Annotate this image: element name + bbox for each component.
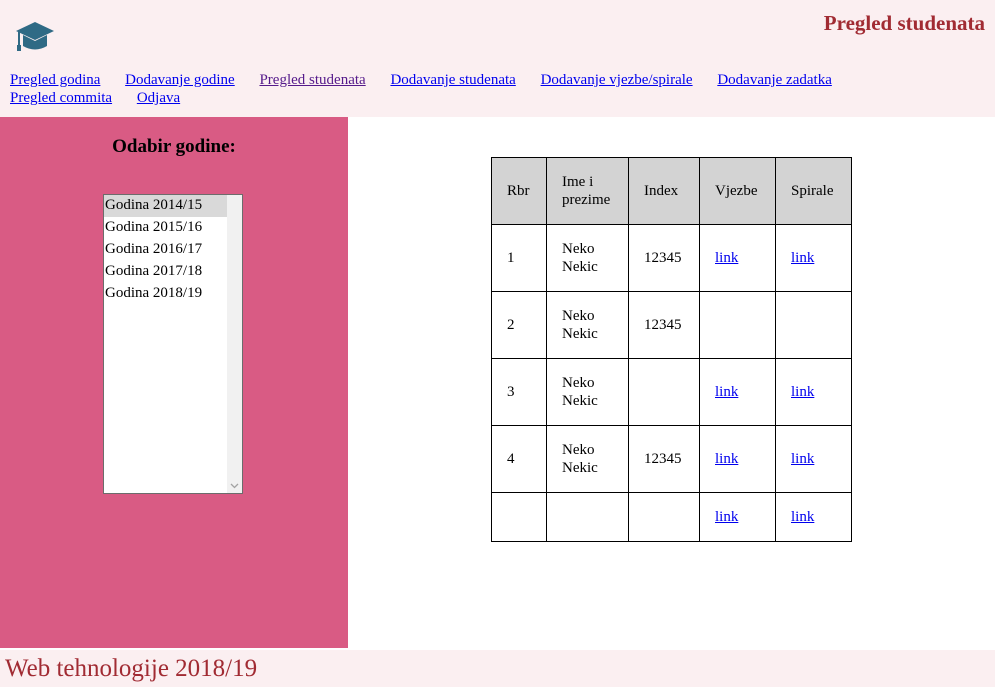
table-header-row: Rbr Ime i prezime Index Vjezbe Spirale (491, 157, 852, 225)
cell-name: Neko Nekic (546, 358, 629, 426)
sidebar: Odabir godine: Godina 2014/15 Godina 201… (0, 117, 348, 648)
header: Pregled studenata Pregled godina Dodavan… (0, 0, 995, 117)
year-option[interactable]: Godina 2018/19 (104, 283, 227, 305)
cell-vjezbe: link (699, 492, 776, 542)
column-header-rbr: Rbr (491, 157, 547, 225)
cell-rbr: 2 (491, 291, 547, 359)
table-row: 4 Neko Nekic 12345 link link (491, 425, 852, 493)
chevron-down-icon[interactable] (230, 481, 239, 490)
cell-name: Neko Nekic (546, 224, 629, 292)
nav-link-odjava[interactable]: Odjava (137, 90, 180, 106)
vjezbe-link[interactable]: link (715, 384, 738, 400)
cell-name: Neko Nekic (546, 291, 629, 359)
cell-spirale (775, 291, 852, 359)
nav-link-pregled-studenata[interactable]: Pregled studenata (259, 72, 365, 88)
cell-index (628, 358, 700, 426)
table-row: 2 Neko Nekic 12345 (491, 291, 852, 359)
cell-spirale: link (775, 358, 852, 426)
nav-link-dodavanje-zadatka[interactable]: Dodavanje zadatka (717, 72, 832, 88)
students-table: Rbr Ime i prezime Index Vjezbe Spirale 1… (491, 157, 852, 542)
cell-rbr (491, 492, 547, 542)
cell-vjezbe: link (699, 358, 776, 426)
footer: Web tehnologije 2018/19 (0, 650, 995, 687)
graduation-cap-icon (16, 22, 54, 51)
nav-link-dodavanje-vjezbe-spirale[interactable]: Dodavanje vjezbe/spirale (541, 72, 693, 88)
cell-rbr: 1 (491, 224, 547, 292)
column-header-vjezbe: Vjezbe (699, 157, 776, 225)
cell-rbr: 4 (491, 425, 547, 493)
cell-index: 12345 (628, 291, 700, 359)
cell-index (628, 492, 700, 542)
table-row: link link (491, 492, 852, 542)
page-title: Pregled studenata (823, 11, 985, 35)
vjezbe-link[interactable]: link (715, 250, 738, 266)
list-scrollbar[interactable] (227, 195, 242, 493)
year-select-list[interactable]: Godina 2014/15 Godina 2015/16 Godina 201… (103, 194, 243, 494)
main-nav: Pregled godina Dodavanje godine Pregled … (10, 71, 910, 107)
column-header-name: Ime i prezime (546, 157, 629, 225)
column-header-spirale: Spirale (775, 157, 852, 225)
spirale-link[interactable]: link (791, 451, 814, 467)
footer-text: Web tehnologije 2018/19 (5, 655, 258, 682)
spirale-link[interactable]: link (791, 509, 814, 525)
main-content: Rbr Ime i prezime Index Vjezbe Spirale 1… (348, 117, 995, 648)
table-row: 3 Neko Nekic link link (491, 358, 852, 426)
year-option[interactable]: Godina 2016/17 (104, 239, 227, 261)
cell-spirale: link (775, 425, 852, 493)
nav-link-pregled-commita[interactable]: Pregled commita (10, 90, 112, 106)
nav-link-pregled-godina[interactable]: Pregled godina (10, 72, 100, 88)
vjezbe-link[interactable]: link (715, 451, 738, 467)
spirale-link[interactable]: link (791, 250, 814, 266)
vjezbe-link[interactable]: link (715, 509, 738, 525)
cell-rbr: 3 (491, 358, 547, 426)
nav-link-dodavanje-godine[interactable]: Dodavanje godine (125, 72, 235, 88)
cell-spirale: link (775, 492, 852, 542)
cell-name (546, 492, 629, 542)
cell-spirale: link (775, 224, 852, 292)
year-option[interactable]: Godina 2015/16 (104, 217, 227, 239)
cell-index: 12345 (628, 224, 700, 292)
cell-name: Neko Nekic (546, 425, 629, 493)
sidebar-title: Odabir godine: (112, 136, 236, 157)
cell-vjezbe: link (699, 425, 776, 493)
cell-vjezbe (699, 291, 776, 359)
spirale-link[interactable]: link (791, 384, 814, 400)
table-row: 1 Neko Nekic 12345 link link (491, 224, 852, 292)
cell-index: 12345 (628, 425, 700, 493)
column-header-index: Index (628, 157, 700, 225)
year-option[interactable]: Godina 2017/18 (104, 261, 227, 283)
year-option[interactable]: Godina 2014/15 (104, 195, 227, 217)
cell-vjezbe: link (699, 224, 776, 292)
nav-link-dodavanje-studenata[interactable]: Dodavanje studenata (390, 72, 515, 88)
